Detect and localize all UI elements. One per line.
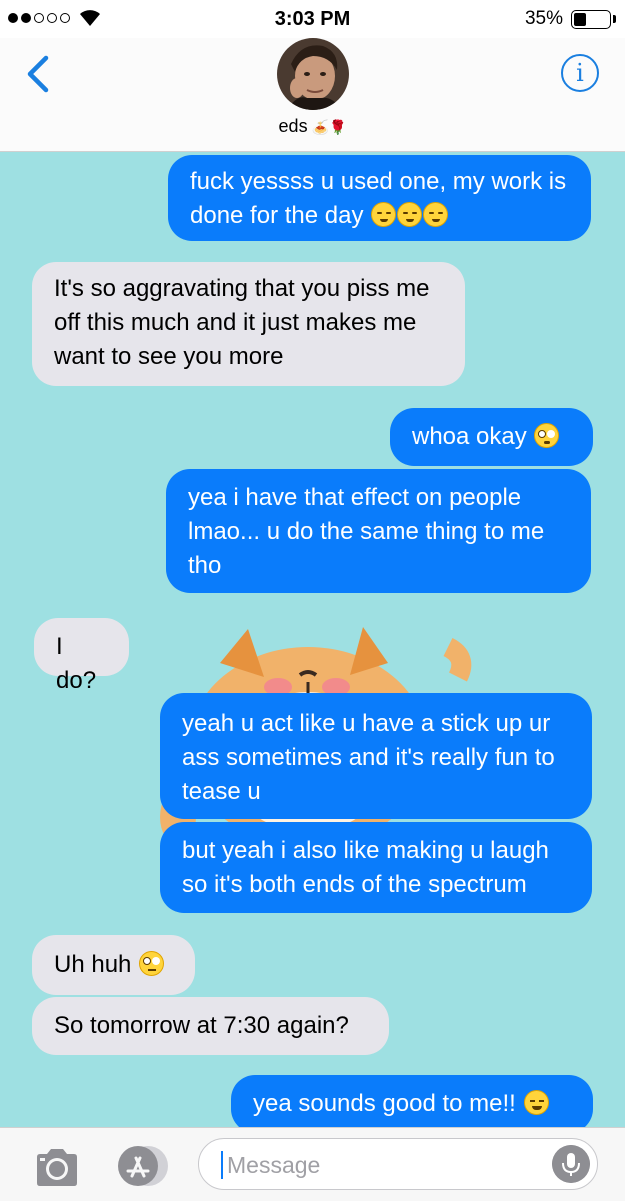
contact-name[interactable]: eds 🍝🌹 [0, 116, 625, 137]
compose-bar: Message [0, 1127, 625, 1201]
relieved-face-icon [371, 202, 397, 227]
outgoing-message[interactable]: yea i have that effect on people lmao...… [166, 469, 591, 593]
outgoing-message[interactable]: whoa okay [390, 408, 593, 466]
outgoing-message[interactable]: but yeah i also like making u laugh so i… [160, 822, 592, 913]
relieved-face-icon [397, 202, 423, 227]
contact-name-emoji: 🍝🌹 [311, 119, 347, 135]
conversation-header: eds 🍝🌹 i [0, 38, 625, 152]
flushed-face-icon [534, 423, 560, 448]
text-cursor [221, 1151, 223, 1179]
battery-icon [571, 10, 611, 29]
back-chevron-icon[interactable] [20, 52, 60, 96]
microphone-icon[interactable] [552, 1145, 590, 1183]
incoming-message[interactable]: I do? [34, 618, 129, 694]
message-thread[interactable]: fuck yessss u used one, my work is done … [0, 152, 625, 1127]
outgoing-message[interactable]: fuck yessss u used one, my work is done … [168, 155, 591, 241]
message-input[interactable]: Message [198, 1138, 598, 1190]
contact-avatar[interactable] [277, 38, 349, 110]
incoming-message[interactable]: It's so aggravating that you piss me off… [32, 262, 465, 386]
incoming-message[interactable]: So tomorrow at 7:30 again? [32, 997, 389, 1055]
outgoing-message[interactable]: yea sounds good to me!! [231, 1075, 593, 1127]
app-store-icon[interactable] [114, 1145, 170, 1187]
status-bar: 3:03 PM 35% [0, 0, 625, 38]
face-with-rolling-eyes-icon [139, 951, 165, 976]
relieved-face-icon [423, 202, 449, 227]
outgoing-message[interactable]: yeah u act like u have a stick up ur ass… [160, 693, 592, 819]
info-icon[interactable]: i [561, 54, 599, 92]
incoming-message[interactable]: Uh huh [32, 935, 195, 995]
camera-icon[interactable] [33, 1147, 81, 1187]
message-placeholder: Message [227, 1152, 321, 1178]
battery-percent: 35% [524, 8, 563, 29]
smiling-face-icon [523, 1090, 549, 1115]
